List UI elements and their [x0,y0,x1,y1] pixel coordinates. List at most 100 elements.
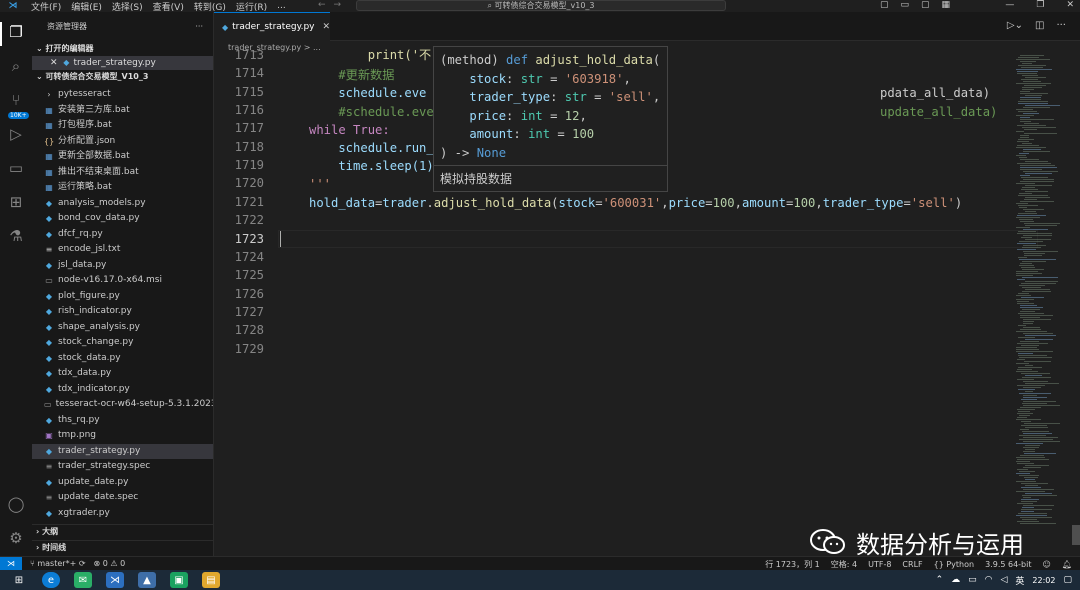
file-tree-item[interactable]: ◆ bond_cov_data.py [32,211,213,227]
file-tree-item[interactable]: ◆ tdx_indicator.py [32,382,213,398]
wifi-icon[interactable]: ◠ [985,575,993,585]
file-tree-item[interactable]: ◆ plot_figure.py [32,289,213,305]
file-tree-item[interactable]: ◆ analysis_models.py [32,196,213,212]
file-tree-item[interactable]: ◆ ths_rq.py [32,413,213,429]
file-tree-item[interactable]: ◆ shape_analysis.py [32,320,213,336]
testing-icon[interactable]: ⚗ [6,226,26,246]
file-tree-item[interactable]: ≡ trader_strategy.spec [32,459,213,475]
minimap-line [1022,63,1032,64]
menu-view[interactable]: 查看(V) [148,0,189,13]
vertical-scrollbar[interactable] [1072,55,1080,556]
toggle-sidebar-icon[interactable]: ▢ [880,0,889,10]
minimize-icon[interactable]: — [1005,0,1014,10]
menu-run[interactable]: 运行(R) [231,0,272,13]
close-window-icon[interactable]: ✕ [1066,0,1074,10]
settings-gear-icon[interactable]: ⚙ [6,528,26,548]
file-tree-item[interactable]: ▦ 推出不结束桌面.bat [32,165,213,181]
customize-layout-icon[interactable]: ▦ [941,0,950,10]
tray-expand-icon[interactable]: ⌃ [936,575,944,585]
app-icon[interactable]: ▣ [170,572,188,588]
menu-selection[interactable]: 选择(S) [107,0,148,13]
git-branch[interactable]: ⑂ master*+ ⟳ [30,559,86,568]
sync-icon[interactable]: ⟳ [79,559,86,568]
python-interpreter[interactable]: 3.9.5 64-bit [985,560,1031,569]
app-icon[interactable]: ▲ [138,572,156,588]
file-explorer-icon[interactable]: ▤ [202,572,220,588]
edge-browser-icon[interactable]: e [42,572,60,588]
problems-indicator[interactable]: ⊗ 0 ⚠ 0 [94,559,126,568]
menu-more[interactable]: ... [272,1,291,11]
back-arrow-icon[interactable]: ← [318,0,334,10]
file-tree-item[interactable]: ▦ 安装第三方库.bat [32,103,213,119]
timeline-section[interactable]: › 时间线 [32,540,214,554]
file-tree-item[interactable]: ◆ dfcf_rq.py [32,227,213,243]
volume-icon[interactable]: ◁ [1000,575,1007,585]
source-control-icon[interactable]: ⑂ [6,90,26,110]
open-editors-section[interactable]: ⌄ 打开的编辑器 [32,42,213,56]
outline-section[interactable]: › 大纲 [32,524,214,538]
minimap[interactable] [1016,55,1072,535]
run-python-icon[interactable]: ▷⌄ [1007,20,1023,31]
more-actions-icon[interactable]: ··· [195,12,203,42]
forward-arrow-icon[interactable]: → [334,0,350,10]
file-tree-item[interactable]: {} 分析配置.json [32,134,213,150]
menu-go[interactable]: 转到(G) [189,0,231,13]
file-tree-item[interactable]: ◆ xgtrader.py [32,506,213,522]
cloud-icon[interactable]: ☁ [951,575,960,585]
file-tree-item[interactable]: › pytesseract [32,87,213,103]
file-tree-item[interactable]: ▦ 运行策略.bat [32,180,213,196]
close-icon[interactable]: ✕ [323,22,331,32]
tab-trader-strategy[interactable]: ◆ trader_strategy.py ✕ [214,12,330,41]
toggle-panel-icon[interactable]: ▭ [900,0,909,10]
notification-center-icon[interactable]: ▢ [1063,575,1072,585]
more-actions-icon[interactable]: ··· [1056,20,1066,31]
cursor-position[interactable]: 行 1723，列 1 [765,559,820,570]
file-tree-item[interactable]: ▦ 更新全部数据.bat [32,149,213,165]
command-center-search[interactable]: ⌕ 可转债综合交易模型_v10_3 [356,0,726,11]
vscode-app-icon[interactable]: ⋊ [106,572,124,588]
wechat-app-icon[interactable]: ✉ [74,572,92,588]
run-debug-icon[interactable]: ▷ [6,124,26,144]
clock[interactable]: 22:02 [1032,576,1055,585]
windows-start-icon[interactable]: ⊞ [10,572,28,588]
line-endings[interactable]: CRLF [902,560,922,569]
scrollbar-thumb[interactable] [1072,525,1080,545]
file-tree-item[interactable]: ◆ stock_change.py [32,335,213,351]
file-tree-item[interactable]: ◆ tdx_data.py [32,366,213,382]
open-editor-item[interactable]: ✕ ◆ trader_strategy.py [32,56,213,70]
remote-explorer-icon[interactable]: ▭ [6,158,26,178]
file-tree-item[interactable]: ▦ 打包程序.bat [32,118,213,134]
battery-icon[interactable]: ▭ [968,575,977,585]
ime-indicator[interactable]: 英 [1015,574,1024,587]
project-folder-section[interactable]: ⌄ 可转债综合交易模型_V10_3 [32,70,213,84]
file-tree-item[interactable]: ≡ encode_jsl.txt [32,242,213,258]
file-tree-item[interactable]: ◆ trader_strategy.py [32,443,213,459]
restore-icon[interactable]: ❐ [1036,0,1044,10]
notifications-bell-icon[interactable]: 🔔︎ [1062,560,1072,569]
menu-file[interactable]: 文件(F) [26,0,66,13]
feedback-icon[interactable]: ☺ [1043,560,1051,569]
close-icon[interactable]: ✕ [50,58,58,68]
search-icon[interactable]: ⌕ [6,56,26,76]
file-tree-item[interactable]: ▣ tmp.png [32,428,213,444]
minimap-line [1017,71,1038,72]
accounts-icon[interactable]: ◯ [6,494,26,514]
encoding[interactable]: UTF-8 [868,560,891,569]
language-mode[interactable]: {} Python [934,560,974,569]
file-tree-item[interactable]: ▭tesseract-ocr-w64-setup-5.3.1.20230... [32,397,213,413]
file-tree-item[interactable]: ◆ rish_indicator.py [32,304,213,320]
split-editor-icon[interactable]: ◫ [1035,20,1044,31]
file-tree-item[interactable]: ◆ jsl_data.py [32,258,213,274]
remote-indicator-icon[interactable]: ⋊ [0,556,22,571]
minimap-line [1017,145,1039,146]
file-tree-item[interactable]: ≡ update_date.spec [32,490,213,506]
file-tree-item[interactable]: ◆ stock_data.py [32,351,213,367]
explorer-icon[interactable]: ❐ [6,22,26,42]
extensions-icon[interactable]: ⊞ [6,192,26,212]
menu-edit[interactable]: 编辑(E) [66,0,107,13]
toggle-secondary-sidebar-icon[interactable]: ▢ [921,0,930,10]
indentation[interactable]: 空格: 4 [831,559,857,570]
file-tree-item[interactable]: ▭ node-v16.17.0-x64.msi [32,273,213,289]
file-tree-item[interactable]: ◆ update_date.py [32,475,213,491]
minimap-line [1018,513,1047,514]
